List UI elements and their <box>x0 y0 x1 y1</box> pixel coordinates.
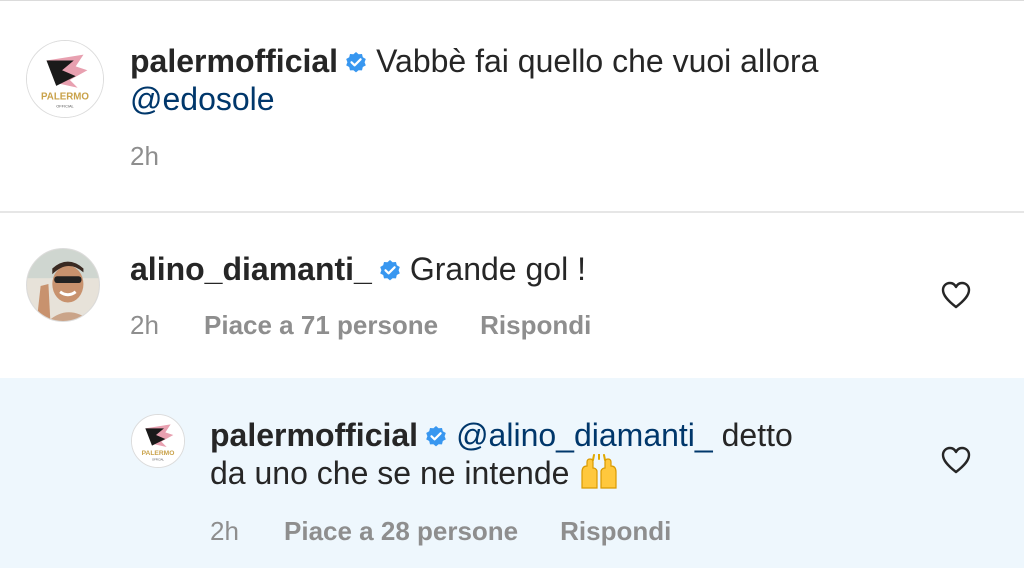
like-heart-icon[interactable] <box>941 281 971 309</box>
mention-link[interactable]: @alino_diamanti_ <box>456 417 713 453</box>
user-photo-icon <box>27 249 99 321</box>
comment-text-line1: detto <box>721 417 793 453</box>
likes-count-link[interactable]: Piace a 28 persone <box>284 516 518 546</box>
mention-link[interactable]: @edosole <box>130 81 275 117</box>
username[interactable]: palermofficial <box>210 417 418 453</box>
username[interactable]: palermofficial <box>130 43 338 79</box>
verified-badge-icon <box>344 51 368 75</box>
avatar-palermofficial[interactable]: PALERMO OFFICIAL <box>131 414 185 468</box>
like-heart-icon[interactable] <box>941 446 971 474</box>
section-divider <box>0 211 1024 213</box>
comment-2-body: alino_diamanti_ Grande gol ! <box>130 250 890 288</box>
comment-3-body: palermofficial @alino_diamanti_ detto da … <box>210 416 900 498</box>
raised-hands-emoji-icon <box>579 453 619 498</box>
comment-text: Vabbè fai quello che vuoi allora <box>376 43 819 79</box>
username[interactable]: alino_diamanti_ <box>130 251 372 287</box>
comment-3-meta: 2h Piace a 28 persone Rispondi <box>210 516 671 546</box>
svg-text:OFFICIAL: OFFICIAL <box>56 103 74 108</box>
likes-count-link[interactable]: Piace a 71 persone <box>204 310 438 340</box>
top-divider <box>0 0 1024 1</box>
verified-badge-icon <box>378 259 402 283</box>
svg-text:PALERMO: PALERMO <box>41 91 89 102</box>
comment-2-meta: 2h Piace a 71 persone Rispondi <box>130 310 591 340</box>
verified-badge-icon <box>424 425 448 449</box>
avatar-palermofficial[interactable]: PALERMO OFFICIAL <box>26 40 104 118</box>
timestamp: 2h <box>210 516 239 546</box>
comment-1-meta: 2h <box>130 141 159 171</box>
svg-text:PALERMO: PALERMO <box>142 450 175 457</box>
timestamp: 2h <box>130 310 159 340</box>
reply-button[interactable]: Rispondi <box>480 310 591 340</box>
avatar-alino-diamanti[interactable] <box>26 248 100 322</box>
comment-1-body: palermofficial Vabbè fai quello che vuoi … <box>130 42 930 118</box>
palermo-logo-icon: PALERMO OFFICIAL <box>27 41 103 117</box>
comment-text: Grande gol ! <box>409 251 586 287</box>
timestamp: 2h <box>130 141 159 171</box>
svg-text:OFFICIAL: OFFICIAL <box>152 457 164 461</box>
palermo-logo-icon: PALERMO OFFICIAL <box>132 415 184 467</box>
reply-button[interactable]: Rispondi <box>560 516 671 546</box>
comment-text-line2: da uno che se ne intende <box>210 455 570 491</box>
